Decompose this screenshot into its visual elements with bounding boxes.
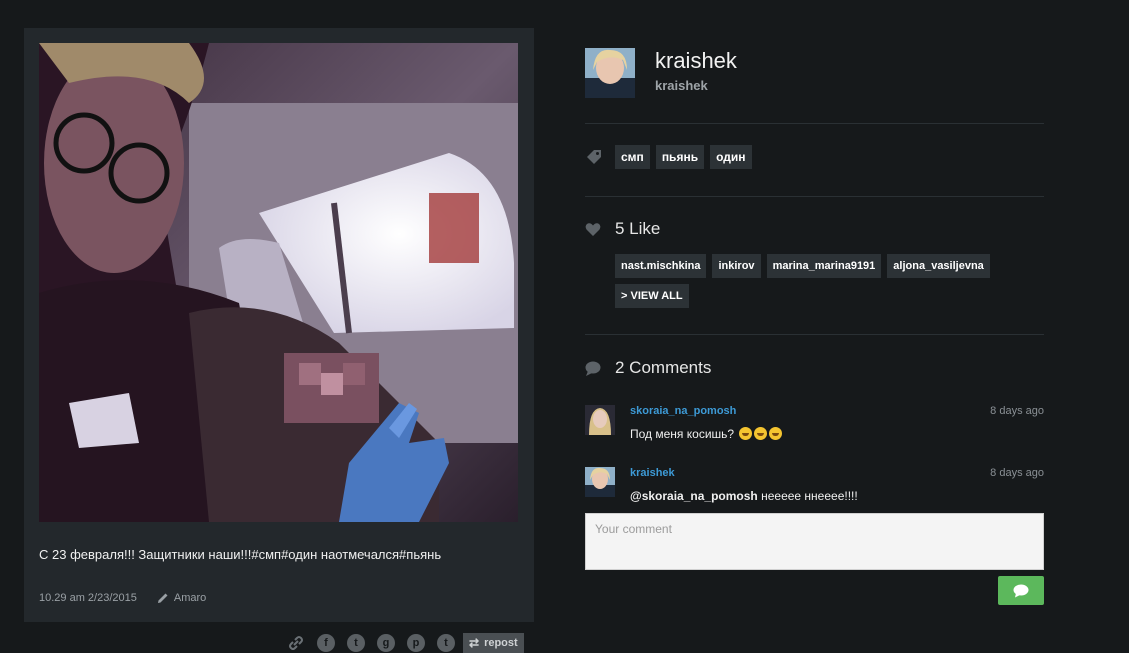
avatar[interactable] xyxy=(585,48,635,98)
send-comment-button[interactable] xyxy=(998,576,1044,605)
likes-title: 5 Like xyxy=(615,219,661,238)
repost-button[interactable]: ⇄ repost xyxy=(463,633,524,653)
post-photo-image xyxy=(39,43,518,522)
comment-avatar[interactable] xyxy=(585,405,615,435)
comment-input[interactable] xyxy=(585,513,1044,570)
comment-text: Под меня косишь? xyxy=(630,427,783,441)
repost-icon: ⇄ xyxy=(469,636,480,650)
vk-icon[interactable]: g xyxy=(377,634,395,652)
liker-chip[interactable]: nast.mischkina xyxy=(615,254,707,278)
comment-body: Под меня косишь? xyxy=(630,427,735,441)
divider xyxy=(585,123,1044,124)
tags-row: смп пьянь один xyxy=(585,145,758,169)
view-all-button[interactable]: > VIEW ALL xyxy=(615,284,689,308)
comment-avatar[interactable] xyxy=(585,467,615,497)
facebook-icon[interactable]: f xyxy=(317,634,335,652)
divider xyxy=(585,196,1044,197)
share-bar: f t g p t ⇄ repost xyxy=(287,633,524,653)
post-photo[interactable] xyxy=(39,43,518,522)
tag-chip[interactable]: смп xyxy=(615,145,650,169)
comment-text: @skoraia_na_pomosh неееее ннееее!!!! xyxy=(630,489,858,503)
comment-mention[interactable]: @skoraia_na_pomosh xyxy=(630,489,758,503)
heart-icon xyxy=(585,222,601,236)
comments-title: 2 Comments xyxy=(615,358,712,377)
liker-chip[interactable]: aljona_vasiljevna xyxy=(887,254,990,278)
comment-time: 8 days ago xyxy=(990,467,1044,479)
repost-label: repost xyxy=(484,637,518,649)
post-filter: Amaro xyxy=(157,592,206,604)
comments-header: 2 Comments xyxy=(585,358,711,378)
likers-list: nast.mischkina inkirov marina_marina9191 al… xyxy=(615,254,1035,314)
speech-bubble-icon xyxy=(585,361,601,376)
liker-chip[interactable]: inkirov xyxy=(712,254,761,278)
comment-body: неееее ннееее!!!! xyxy=(761,489,858,503)
liker-chip[interactable]: marina_marina9191 xyxy=(766,254,882,278)
comment-username[interactable]: kraishek xyxy=(630,467,675,479)
profile-names: kraishek kraishek xyxy=(655,48,737,93)
post-filter-name: Amaro xyxy=(173,592,207,604)
comment-item: skoraia_na_pomosh 8 days ago Под меня ко… xyxy=(585,405,1044,441)
likes-header: 5 Like xyxy=(585,219,660,239)
post-caption: С 23 февраля!!! Защитники наши!!!#смп#од… xyxy=(39,547,442,562)
tumblr-icon[interactable]: t xyxy=(437,634,455,652)
tag-chip[interactable]: один xyxy=(710,145,752,169)
divider xyxy=(585,334,1044,335)
pencil-icon xyxy=(157,593,168,603)
grin-emoji-icon xyxy=(739,427,753,440)
grin-emoji-icon xyxy=(754,427,768,440)
tag-icon xyxy=(587,150,601,164)
comment-time: 8 days ago xyxy=(990,405,1044,417)
twitter-icon[interactable]: t xyxy=(347,634,365,652)
tag-chip[interactable]: пьянь xyxy=(655,145,705,169)
grin-emoji-icon xyxy=(769,427,783,440)
speech-bubble-icon xyxy=(1013,584,1029,597)
post-card: С 23 февраля!!! Защитники наши!!!#смп#од… xyxy=(24,28,534,622)
profile-header: kraishek kraishek xyxy=(585,48,737,98)
profile-name[interactable]: kraishek xyxy=(655,48,737,74)
pinterest-icon[interactable]: p xyxy=(407,634,425,652)
profile-handle[interactable]: kraishek xyxy=(655,78,737,93)
link-icon[interactable] xyxy=(287,634,305,652)
comment-username[interactable]: skoraia_na_pomosh xyxy=(630,405,736,417)
post-meta: 10.29 am 2/23/2015 Amaro xyxy=(39,592,206,604)
post-timestamp: 10.29 am 2/23/2015 xyxy=(39,592,137,604)
comment-item: kraishek 8 days ago @skoraia_na_pomosh н… xyxy=(585,467,1044,503)
